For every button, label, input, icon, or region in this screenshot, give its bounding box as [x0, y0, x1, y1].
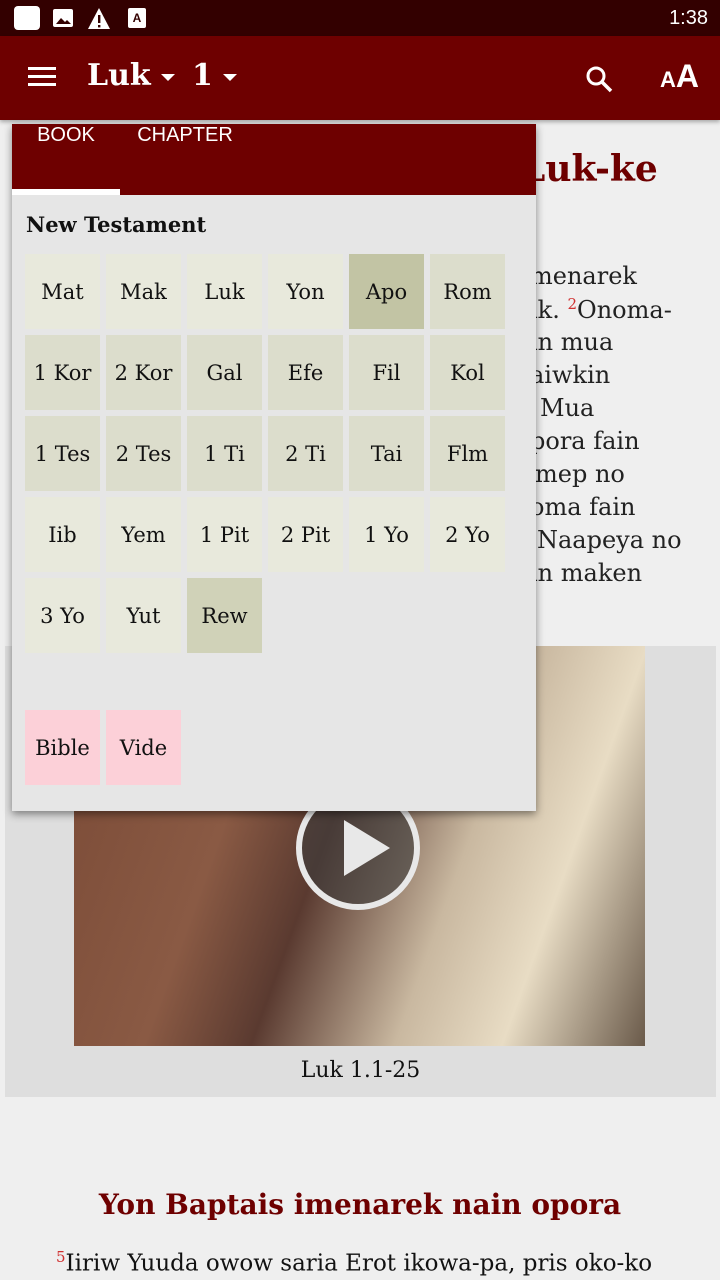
book-button[interactable]: Flm — [430, 416, 505, 491]
status-bar: A 1:38 — [0, 0, 720, 36]
book-button[interactable]: Efe — [268, 335, 343, 410]
book-chapter-popup: BOOK CHAPTER New Testament Mat Mak Luk Yon A… — [12, 124, 536, 811]
book-button[interactable]: 1 Pit — [187, 497, 262, 572]
book-button[interactable]: 3 Yo — [25, 578, 100, 653]
book-button[interactable]: Yem — [106, 497, 181, 572]
book-button[interactable]: Gal — [187, 335, 262, 410]
section-heading: Yon Baptais imenarek nain opora — [98, 1188, 622, 1221]
book-button[interactable]: Mak — [106, 254, 181, 329]
text-line: oma fain — [530, 493, 636, 521]
tab-book[interactable]: BOOK — [12, 124, 120, 195]
text-line: Naapeya no — [537, 526, 682, 554]
app-bar: Luk 1 AA — [0, 36, 720, 120]
search-icon[interactable] — [584, 64, 614, 94]
book-button[interactable]: 2 Pit — [268, 497, 343, 572]
text-line: ik. 2Onoma- — [530, 295, 672, 324]
book-button[interactable]: Fil — [349, 335, 424, 410]
chapter-selector[interactable]: 1 — [192, 58, 237, 93]
verse-5: 5Iiriw Yuuda owow saria Erot ikowa-pa, p… — [56, 1248, 652, 1277]
book-button[interactable]: Tai — [349, 416, 424, 491]
text-line: menarek — [530, 262, 637, 290]
book-button[interactable]: Rew — [187, 578, 262, 653]
verse-number: 2 — [567, 295, 578, 313]
text-line: in maken — [530, 559, 643, 587]
image-icon — [53, 9, 73, 27]
book-button[interactable]: Luk — [187, 254, 262, 329]
text-line: in mua — [530, 328, 614, 356]
book-button[interactable]: Rom — [430, 254, 505, 329]
book-button[interactable]: 2 Tes — [106, 416, 181, 491]
book-selector[interactable]: Luk — [87, 58, 175, 93]
book-button[interactable]: 1 Yo — [349, 497, 424, 572]
section-label: New Testament — [26, 212, 207, 237]
collection-button[interactable]: Bible — [25, 710, 100, 785]
book-button[interactable]: 1 Kor — [25, 335, 100, 410]
tab-chapter[interactable]: CHAPTER — [120, 124, 250, 195]
text-line: pora fain — [530, 427, 640, 455]
clock: 1:38 — [669, 7, 708, 29]
book-button[interactable]: 2 Yo — [430, 497, 505, 572]
font-icon: A — [128, 8, 146, 28]
text-line: Mua — [540, 394, 595, 422]
tab-bar: BOOK CHAPTER — [12, 124, 536, 195]
book-button[interactable]: 1 Ti — [187, 416, 262, 491]
book-button[interactable]: Iib — [25, 497, 100, 572]
text-size-icon[interactable]: AA — [660, 58, 699, 95]
collection-button[interactable]: Vide — [106, 710, 181, 785]
book-label: Luk — [87, 58, 151, 93]
book-button[interactable]: 1 Tes — [25, 416, 100, 491]
book-button[interactable]: Yon — [268, 254, 343, 329]
book-button[interactable]: Yut — [106, 578, 181, 653]
chapter-title: Luk-ke — [520, 148, 658, 190]
verse-number: 5 — [56, 1248, 66, 1266]
book-button[interactable]: 2 Kor — [106, 335, 181, 410]
chapter-label: 1 — [192, 58, 213, 93]
warning-icon — [88, 8, 110, 29]
book-button[interactable]: 2 Ti — [268, 416, 343, 491]
menu-icon[interactable] — [28, 67, 56, 87]
chevron-down-icon — [160, 73, 175, 81]
text-line: mep no — [535, 460, 625, 488]
svg-text:A: A — [133, 11, 142, 25]
chevron-down-icon — [222, 73, 237, 81]
app-icon — [14, 6, 40, 30]
book-button[interactable]: Apo — [349, 254, 424, 329]
book-button[interactable]: Mat — [25, 254, 100, 329]
video-caption: Luk 1.1-25 — [300, 1058, 421, 1083]
verse-text: Iiriw Yuuda owow saria Erot ikowa-pa, pr… — [65, 1250, 653, 1277]
text-line: aiwkin — [530, 361, 611, 389]
book-button[interactable]: Kol — [430, 335, 505, 410]
